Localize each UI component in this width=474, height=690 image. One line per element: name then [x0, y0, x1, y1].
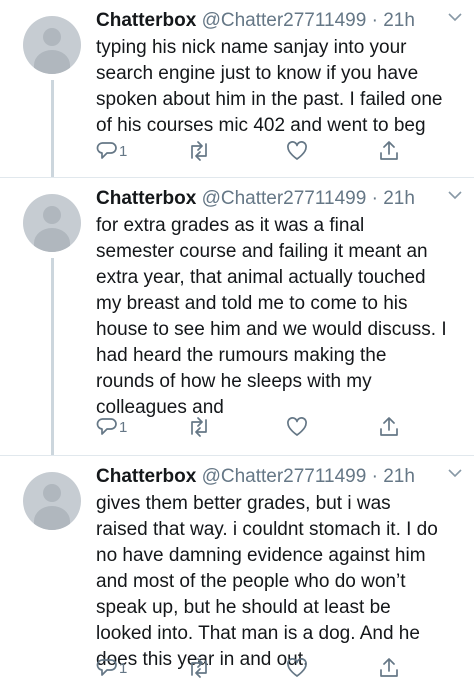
tweet-text-line: typing his nick name sanjay into your	[96, 37, 407, 58]
retweet-button[interactable]	[186, 139, 212, 163]
tweet-actions: 1	[96, 139, 416, 163]
timestamp[interactable]: 21h	[383, 10, 415, 31]
reply-button[interactable]: 1	[96, 139, 127, 163]
share-button[interactable]	[378, 415, 400, 439]
separator: ·	[371, 466, 378, 487]
heart-icon	[287, 141, 307, 160]
chevron-down-icon[interactable]	[448, 12, 462, 22]
tweet-text-line: extra year, that animal actually touched	[96, 267, 426, 288]
tweet-text-line: had heard the rumours making the	[96, 345, 387, 366]
tweet-text-line: of his courses mic 402 and went to beg	[96, 115, 426, 136]
reply-count: 1	[119, 142, 128, 160]
reply-count: 1	[119, 659, 128, 677]
tweet-thread: Chatterbox @Chatter27711499 · 21h typing…	[0, 0, 474, 690]
tweet[interactable]: Chatterbox @Chatter27711499 · 21h gives …	[0, 456, 474, 690]
tweet-text-line: for extra grades as it was a final	[96, 215, 365, 236]
tweet-actions: 1	[96, 656, 416, 680]
timestamp[interactable]: 21h	[383, 188, 415, 209]
retweet-button[interactable]	[186, 656, 212, 680]
tweet-text-line: semester course and failing it meant an	[96, 241, 428, 262]
thread-connector	[51, 258, 54, 456]
display-name[interactable]: Chatterbox	[96, 10, 196, 31]
reply-count: 1	[119, 418, 128, 436]
chevron-down-icon[interactable]	[448, 468, 462, 478]
tweet-text-line: speak up, but he should at least be	[96, 597, 391, 618]
user-handle[interactable]: @Chatter27711499	[202, 10, 367, 31]
user-handle[interactable]: @Chatter27711499	[202, 188, 367, 209]
display-name[interactable]: Chatterbox	[96, 466, 196, 487]
separator: ·	[371, 10, 378, 31]
avatar[interactable]	[23, 472, 81, 530]
tweet-text-line: and most of the people who do won’t	[96, 571, 406, 592]
tweet-text-line: raised that way. i couldnt stomach it. I…	[96, 519, 438, 540]
retweet-button[interactable]	[186, 415, 212, 439]
tweet-text-line: gives them better grades, but i was	[96, 493, 391, 514]
tweet-text-line: spoken about him in the past. I failed o…	[96, 89, 443, 110]
heart-icon	[287, 658, 307, 677]
tweet-text: gives them better grades, but i was rais…	[96, 491, 458, 673]
reply-icon	[96, 418, 117, 435]
avatar[interactable]	[23, 16, 81, 74]
tweet[interactable]: Chatterbox @Chatter27711499 · 21h typing…	[0, 0, 474, 178]
retweet-icon	[191, 658, 207, 678]
tweet-actions: 1	[96, 415, 416, 439]
reply-icon	[96, 142, 117, 159]
tweet-header: Chatterbox @Chatter27711499 · 21h	[96, 186, 458, 212]
tweet-text-line: no have damning evidence against him	[96, 545, 426, 566]
like-button[interactable]	[286, 656, 308, 680]
like-button[interactable]	[286, 139, 308, 163]
chevron-down-icon[interactable]	[448, 190, 462, 200]
heart-icon	[287, 417, 307, 436]
reply-button[interactable]: 1	[96, 656, 127, 680]
tweet-text-line: rounds of how he sleeps with my	[96, 371, 372, 392]
tweet[interactable]: Chatterbox @Chatter27711499 · 21h for ex…	[0, 178, 474, 456]
reply-icon	[96, 659, 117, 676]
tweet-text-line: house to see him and we would discuss. I	[96, 319, 447, 340]
reply-button[interactable]: 1	[96, 415, 127, 439]
tweet-text-line: looked into. That man is a dog. And he	[96, 623, 420, 644]
tweet-header: Chatterbox @Chatter27711499 · 21h	[96, 8, 458, 34]
share-button[interactable]	[378, 656, 400, 680]
like-button[interactable]	[286, 415, 308, 439]
share-icon	[380, 417, 398, 436]
tweet-text: for extra grades as it was a final semes…	[96, 213, 458, 421]
retweet-icon	[191, 417, 207, 437]
tweet-text-line: my breast and told me to come to his	[96, 293, 408, 314]
display-name[interactable]: Chatterbox	[96, 188, 196, 209]
timestamp[interactable]: 21h	[383, 466, 415, 487]
avatar[interactable]	[23, 194, 81, 252]
tweet-text: typing his nick name sanjay into your se…	[96, 35, 458, 139]
share-icon	[380, 141, 398, 160]
share-button[interactable]	[378, 139, 400, 163]
tweet-header: Chatterbox @Chatter27711499 · 21h	[96, 464, 458, 490]
separator: ·	[371, 188, 378, 209]
share-icon	[380, 658, 398, 677]
user-handle[interactable]: @Chatter27711499	[202, 466, 367, 487]
thread-connector	[51, 80, 54, 178]
retweet-icon	[191, 141, 207, 161]
tweet-text-line: search engine just to know if you have	[96, 63, 419, 84]
